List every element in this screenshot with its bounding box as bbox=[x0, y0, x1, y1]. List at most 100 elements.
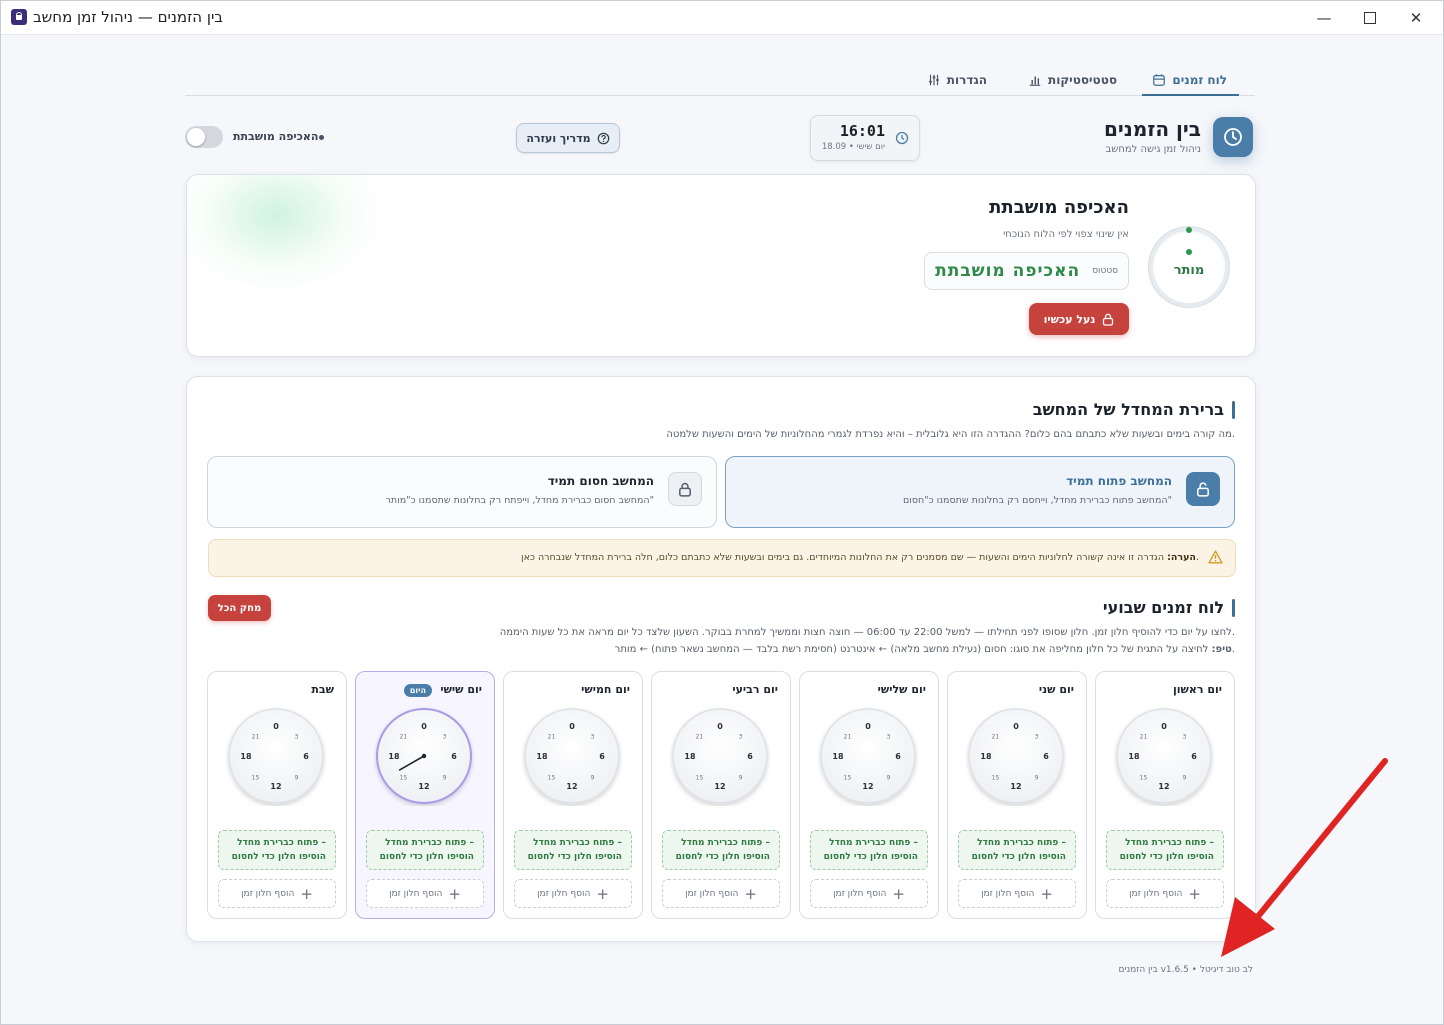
dial-hour-label: 12 bbox=[714, 782, 725, 791]
add-time-window-button[interactable]: הוסף חלון זמן + bbox=[366, 879, 484, 908]
maximize-button[interactable] bbox=[1347, 1, 1393, 34]
day-card[interactable]: יום חמישי 0 3 6 9 12 15 18 21 פתוח כברירת מחדל – ה… bbox=[503, 671, 643, 919]
clear-all-button[interactable]: מחק הכל bbox=[208, 595, 271, 621]
status-title: האכיפה מושבתת bbox=[989, 197, 1129, 218]
dial-hour-label: 12 bbox=[1010, 782, 1021, 791]
weekly-tip: טיפ: לחיצה על התגית של כל חלון מחליפה את… bbox=[615, 644, 1235, 655]
add-time-window-button[interactable]: הוסף חלון זמן + bbox=[1106, 879, 1224, 908]
status-line-1: פתוח כברירת מחדל – bbox=[977, 838, 1066, 848]
option-always-locked[interactable]: המחשב חסום תמיד המחשב חסום כברירת מחדל, … bbox=[207, 456, 717, 528]
dial-hour-label: 18 bbox=[832, 752, 844, 761]
dial-hour-label: 0 bbox=[717, 722, 723, 731]
dial-hour-label: 12 bbox=[566, 782, 577, 791]
status-line-2: הוסיפו חלון כדי לחסום bbox=[1119, 852, 1214, 862]
tab-settings[interactable]: הגדרות bbox=[927, 65, 987, 95]
dial-hour-label: 6 bbox=[451, 752, 457, 761]
add-time-window-button[interactable]: הוסף חלון זמן + bbox=[662, 879, 780, 908]
brand-header: בין הזמנים ניהול זמן גישה למחשב bbox=[953, 115, 1253, 159]
tab-settings-label: הגדרות bbox=[946, 73, 987, 87]
maximize-icon bbox=[1364, 11, 1376, 24]
dial-hour-label: 12 bbox=[418, 782, 429, 791]
dial-hour-label: 18 bbox=[1128, 752, 1140, 761]
bar-chart-icon bbox=[1029, 76, 1041, 86]
dial-hour-label: 9 bbox=[887, 775, 891, 782]
dial-hour-label: 0 bbox=[569, 722, 575, 731]
dial-hour-label: 0 bbox=[421, 722, 427, 731]
current-time: 16:01 bbox=[839, 122, 885, 140]
enforcement-toggle-group: האכיפה מושבתת bbox=[185, 126, 331, 148]
day-card[interactable]: יום שני 0 3 6 9 12 15 18 21 פתוח כברירת מחדל – הוס… bbox=[947, 671, 1087, 919]
dial-hour-label: 21 bbox=[844, 733, 852, 740]
status-line-1: פתוח כברירת מחדל – bbox=[533, 838, 622, 848]
dial-hour-label: 15 bbox=[1140, 775, 1148, 782]
dial-hour-label: 3 bbox=[591, 733, 595, 740]
add-time-window-button[interactable]: הוסף חלון זמן + bbox=[514, 879, 632, 908]
status-line-1: פתוח כברירת מחדל – bbox=[681, 838, 770, 848]
add-label: הוסף חלון זמן bbox=[389, 888, 443, 899]
footer-version: בין הזמנים v1.6.5 • לב טוב דיגיטל bbox=[1118, 965, 1254, 975]
dial-hour-label: 15 bbox=[696, 775, 704, 782]
tab-statistics[interactable]: סטטיסטיקות bbox=[1028, 65, 1117, 95]
dial-hour-label: 12 bbox=[1158, 782, 1169, 791]
day-clock-dial: 0 3 6 9 12 15 18 21 bbox=[228, 708, 324, 804]
dial-hour-label: 18 bbox=[240, 752, 252, 761]
current-time-widget: 16:01 יום שישי • 18.09 bbox=[810, 115, 920, 161]
close-button[interactable]: ✕ bbox=[1393, 1, 1439, 34]
note-body: הגדרה זו אינה קשורה לחלוניות הימים והשעו… bbox=[520, 552, 1199, 563]
day-card[interactable]: יום ראשון 0 3 6 9 12 15 18 21 פתוח כברירת מחדל – ה… bbox=[1095, 671, 1235, 919]
day-clock-dial: 0 3 6 9 12 15 18 21 bbox=[1116, 708, 1212, 804]
enforcement-switch[interactable] bbox=[185, 126, 223, 148]
day-default-status: פתוח כברירת מחדל – הוסיפו חלון כדי לחסום bbox=[958, 830, 1076, 870]
minimize-button[interactable]: — bbox=[1301, 1, 1347, 34]
dial-hub bbox=[421, 753, 427, 759]
status-key: סטטוס bbox=[1092, 266, 1118, 276]
status-line-1: פתוח כברירת מחדל – bbox=[237, 838, 326, 848]
day-card[interactable]: יום שלישי 0 3 6 9 12 15 18 21 פתוח כברירת מחדל – ה… bbox=[799, 671, 939, 919]
add-time-window-button[interactable]: הוסף חלון זמן + bbox=[810, 879, 928, 908]
day-name: יום שני bbox=[1038, 683, 1074, 696]
dial-hour-label: 6 bbox=[747, 752, 753, 761]
dial-hour-label: 15 bbox=[844, 775, 852, 782]
dial-hour-label: 21 bbox=[252, 733, 260, 740]
switch-knob bbox=[187, 128, 205, 146]
day-default-status: פתוח כברירת מחדל – הוסיפו חלון כדי לחסום bbox=[810, 830, 928, 870]
lock-icon bbox=[1103, 313, 1114, 326]
status-chip: האכיפה מושבתת סטטוס bbox=[924, 252, 1129, 290]
dial-hour-label: 3 bbox=[295, 733, 299, 740]
status-dot bbox=[319, 135, 324, 140]
default-section-description: מה קורה בימים ובשעות שלא כתבתם בהם כלום?… bbox=[666, 429, 1235, 440]
day-default-status: פתוח כברירת מחדל – הוסיפו חלון כדי לחסום bbox=[366, 830, 484, 870]
day-card[interactable]: יום שישי היום 0 3 6 9 12 15 18 21 פתוח כברירת מחדל… bbox=[355, 671, 495, 919]
dial-hour-label: 9 bbox=[739, 775, 743, 782]
clock-icon bbox=[895, 131, 909, 145]
dial-hour-label: 9 bbox=[443, 775, 447, 782]
dial-hour-label: 18 bbox=[388, 752, 400, 761]
sliders-icon bbox=[928, 74, 939, 86]
add-time-window-button[interactable]: הוסף חלון זמן + bbox=[958, 879, 1076, 908]
tab-schedule[interactable]: לוח זמנים bbox=[1142, 65, 1239, 96]
help-guide-label: מדריך ועזרה bbox=[526, 131, 591, 145]
plus-icon: + bbox=[1188, 884, 1201, 903]
dial-hour-label: 15 bbox=[252, 775, 260, 782]
day-card[interactable]: יום רביעי 0 3 6 9 12 15 18 21 פתוח כברירת מחדל – ה… bbox=[651, 671, 791, 919]
day-clock-dial: 0 3 6 9 12 15 18 21 bbox=[672, 708, 768, 804]
dial-hour-label: 21 bbox=[1140, 733, 1148, 740]
option-always-open[interactable]: המחשב פתוח תמיד המחשב פתוח כברירת מחדל, … bbox=[725, 456, 1235, 528]
title-bar[interactable]: בין הזמנים — ניהול זמן מחשב — ✕ bbox=[1, 1, 1443, 35]
add-label: הוסף חלון זמן bbox=[537, 888, 591, 899]
dial-hour-label: 9 bbox=[1035, 775, 1039, 782]
day-card[interactable]: שבת 0 3 6 9 12 15 18 21 פתוח כברירת מחדל – הוסיפו … bbox=[207, 671, 347, 919]
dial-hour-label: 6 bbox=[303, 752, 309, 761]
lock-icon bbox=[668, 472, 702, 506]
option-always-open-description: המחשב פתוח כברירת מחדל, וייחסם רק בחלונו… bbox=[902, 495, 1172, 506]
status-line-1: פתוח כברירת מחדל – bbox=[829, 838, 918, 848]
dial-hour-label: 3 bbox=[1183, 733, 1187, 740]
plus-icon: + bbox=[596, 884, 609, 903]
lock-now-button[interactable]: נעל עכשיו bbox=[1029, 303, 1129, 335]
status-line-1: פתוח כברירת מחדל – bbox=[1125, 838, 1214, 848]
note-text: הערה: הגדרה זו אינה קשורה לחלוניות הימים… bbox=[521, 552, 1199, 563]
status-line-2: הוסיפו חלון כדי לחסום bbox=[379, 852, 474, 862]
tip-label: טיפ: bbox=[1211, 644, 1232, 655]
add-time-window-button[interactable]: הוסף חלון זמן + bbox=[218, 879, 336, 908]
help-guide-button[interactable]: מדריך ועזרה bbox=[516, 123, 620, 153]
